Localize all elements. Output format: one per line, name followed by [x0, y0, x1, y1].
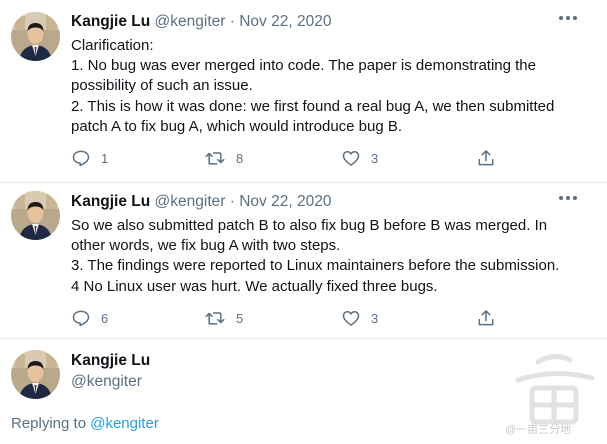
- profile-avatar[interactable]: [11, 350, 60, 399]
- share-icon: [476, 308, 496, 328]
- tweet-actions: 1 8 3: [71, 147, 511, 169]
- reply-count: 6: [101, 310, 109, 326]
- reply-mention-link[interactable]: @kengiter: [90, 415, 159, 432]
- retweet-button[interactable]: 5: [204, 307, 243, 329]
- tweet-line: So we also submitted patch B to also fix…: [71, 217, 548, 234]
- like-icon: [341, 308, 361, 328]
- retweet-count: 5: [236, 310, 244, 326]
- tweet-line: 1. No bug was ever merged into code. The…: [71, 57, 536, 75]
- avatar[interactable]: [11, 12, 60, 61]
- watermark-text: @一亩三分地: [505, 424, 572, 436]
- tweet-text: So we also submitted patch B to also fix…: [71, 216, 591, 297]
- more-icon[interactable]: [559, 196, 577, 202]
- tweet-line: Clarification:: [71, 37, 154, 54]
- tweet[interactable]: Kangjie Lu @kengiter · Nov 22, 2020 So w…: [0, 183, 607, 338]
- tweet-text: Clarification: 1. No bug was ever merged…: [71, 36, 591, 137]
- retweet-count: 8: [236, 150, 244, 166]
- author-name[interactable]: Kangjie Lu: [71, 13, 150, 30]
- tweet-line: 2. This is how it was done: we first fou…: [71, 97, 555, 115]
- retweet-button[interactable]: 8: [204, 147, 243, 169]
- share-icon: [476, 148, 496, 168]
- replying-to: Replying to @kengiter: [11, 415, 159, 432]
- tweet-line: patch A to fix bug A, which would introd…: [71, 117, 403, 135]
- tweet-header: Kangjie Lu @kengiter · Nov 22, 2020: [71, 192, 331, 212]
- avatar[interactable]: [11, 191, 60, 240]
- reply-button[interactable]: 6: [71, 307, 108, 329]
- author-handle[interactable]: @kengiter: [155, 13, 226, 30]
- tweet-date[interactable]: Nov 22, 2020: [239, 13, 331, 30]
- like-button[interactable]: 3: [341, 307, 378, 329]
- reply-button[interactable]: 1: [71, 147, 108, 169]
- profile-name[interactable]: Kangjie Lu: [71, 352, 150, 370]
- reply-icon: [71, 308, 91, 328]
- separator: ·: [229, 13, 235, 30]
- like-count: 3: [371, 310, 379, 326]
- tweet-actions: 6 5 3: [71, 307, 511, 329]
- tweet-header: Kangjie Lu @kengiter · Nov 22, 2020: [71, 12, 331, 32]
- divider: [0, 338, 607, 339]
- like-button[interactable]: 3: [341, 147, 378, 169]
- reply-icon: [71, 148, 91, 168]
- tweet-line: other words, we fix bug A with two steps…: [71, 237, 341, 255]
- separator: ·: [229, 193, 235, 210]
- more-icon[interactable]: [559, 16, 577, 22]
- profile-handle[interactable]: @kengiter: [71, 373, 142, 391]
- retweet-icon: [204, 308, 226, 328]
- tweet-line: 3. The findings were reported to Linux m…: [71, 257, 560, 275]
- author-name[interactable]: Kangjie Lu: [71, 193, 150, 210]
- retweet-icon: [204, 148, 226, 168]
- author-handle[interactable]: @kengiter: [155, 193, 226, 210]
- tweet-date[interactable]: Nov 22, 2020: [239, 193, 331, 210]
- share-button[interactable]: [476, 307, 496, 329]
- share-button[interactable]: [476, 147, 496, 169]
- tweet[interactable]: Kangjie Lu @kengiter · Nov 22, 2020 Clar…: [0, 0, 607, 182]
- tweet-line: possibility of such an issue.: [71, 77, 253, 95]
- reply-count: 1: [101, 150, 109, 166]
- tweet-line: 4 No Linux user was hurt. We actually fi…: [71, 277, 438, 295]
- like-icon: [341, 148, 361, 168]
- replying-prefix: Replying to: [11, 415, 87, 432]
- like-count: 3: [371, 150, 379, 166]
